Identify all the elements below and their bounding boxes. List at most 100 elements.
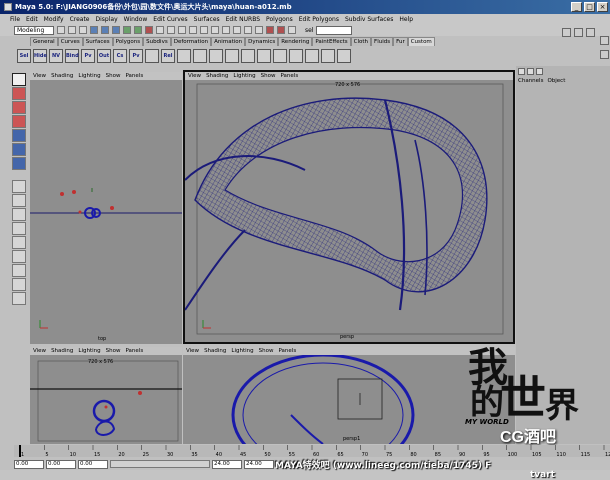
viewport-menu-lighting[interactable]: Lighting: [233, 73, 255, 79]
shelf-button-extra-7[interactable]: [273, 49, 287, 63]
shelf-button-extra-5[interactable]: [241, 49, 255, 63]
snap-view-plane-icon[interactable]: [233, 26, 241, 34]
channel-box-icon-2[interactable]: [527, 68, 534, 75]
channel-box-icon[interactable]: [586, 28, 595, 37]
viewport-menu-shading[interactable]: Shading: [206, 73, 228, 79]
shelf-tab-fluids[interactable]: Fluids: [371, 37, 394, 46]
menu-edit-polygons[interactable]: Edit Polygons: [299, 16, 339, 23]
shelf-button-extra-1[interactable]: [177, 49, 191, 63]
mask-handle-icon[interactable]: [123, 26, 131, 34]
menu-display[interactable]: Display: [96, 16, 118, 23]
layout-single-icon[interactable]: [12, 194, 26, 207]
menu-file[interactable]: File: [10, 16, 20, 23]
render-icon[interactable]: [266, 26, 274, 34]
viewport-menu-show[interactable]: Show: [106, 348, 121, 354]
render-globals-icon[interactable]: [288, 26, 296, 34]
select-tool-icon[interactable]: [12, 73, 26, 86]
viewport-persp[interactable]: View Shading Lighting Show Panels 720 x …: [183, 70, 515, 344]
lasso-tool-icon[interactable]: [12, 87, 26, 100]
channel-box-tab-object[interactable]: Object: [547, 78, 565, 84]
layout-persp-graph-icon[interactable]: [12, 236, 26, 249]
mask-render-icon[interactable]: [189, 26, 197, 34]
close-button[interactable]: ×: [597, 2, 608, 12]
shelf-scroll-icon[interactable]: [600, 50, 609, 59]
layout-persp-hypershade-icon[interactable]: [12, 264, 26, 277]
select-object-icon[interactable]: [101, 26, 109, 34]
menu-polygons[interactable]: Polygons: [266, 16, 293, 23]
select-hierarchy-icon[interactable]: [90, 26, 98, 34]
layout-persp-outliner-icon[interactable]: [12, 222, 26, 235]
layout-four-icon[interactable]: [12, 208, 26, 221]
paint-select-tool-icon[interactable]: [12, 101, 26, 114]
menu-create[interactable]: Create: [70, 16, 90, 23]
channel-box-tab-channels[interactable]: Channels: [518, 78, 543, 84]
menu-edit-curves[interactable]: Edit Curves: [153, 16, 187, 23]
save-scene-icon[interactable]: [79, 26, 87, 34]
viewport-menu-shading[interactable]: Shading: [51, 73, 73, 79]
viewport-menu-view[interactable]: View: [186, 348, 199, 354]
layout-graph-icon[interactable]: [12, 278, 26, 291]
menu-set-dropdown[interactable]: Modeling: [14, 25, 54, 35]
viewport-menu-lighting[interactable]: Lighting: [78, 348, 100, 354]
shelf-button-pv[interactable]: Pv: [81, 49, 95, 63]
attribute-editor-icon[interactable]: [562, 28, 571, 37]
shelf-button-extra-11[interactable]: [337, 49, 351, 63]
ipr-render-icon[interactable]: [277, 26, 285, 34]
construction-history-icon[interactable]: [255, 26, 263, 34]
snap-curve-icon[interactable]: [211, 26, 219, 34]
viewport-front[interactable]: View Shading Lighting Show Panels 720 x …: [30, 347, 182, 444]
viewport-menu-panels[interactable]: Panels: [125, 73, 143, 79]
shelf-button-extra-3[interactable]: [209, 49, 223, 63]
viewport-menu-lighting[interactable]: Lighting: [231, 348, 253, 354]
shelf-tab-animation[interactable]: Animation: [211, 37, 246, 46]
start-time-field[interactable]: 0.00: [14, 459, 44, 469]
menu-modify[interactable]: Modify: [44, 16, 64, 23]
shelf-tab-dynamics[interactable]: Dynamics: [245, 37, 279, 46]
command-line[interactable]: [0, 470, 610, 480]
shelf-button-curve-icon[interactable]: [145, 49, 159, 63]
viewport-menu-panels[interactable]: Panels: [280, 73, 298, 79]
shelf-button-extra-8[interactable]: [289, 49, 303, 63]
shelf-button-extra-6[interactable]: [257, 49, 271, 63]
viewport-menu-show[interactable]: Show: [261, 73, 276, 79]
range-end-field[interactable]: 24.00: [212, 459, 242, 469]
maximize-button[interactable]: □: [584, 2, 595, 12]
shelf-button-extra-4[interactable]: [225, 49, 239, 63]
history-icon[interactable]: [244, 26, 252, 34]
shelf-button-extra-2[interactable]: [193, 49, 207, 63]
mask-deform-icon[interactable]: [167, 26, 175, 34]
shelf-button-hide[interactable]: Hide: [33, 49, 47, 63]
selection-field[interactable]: [316, 25, 353, 35]
mask-dynamic-icon[interactable]: [178, 26, 186, 34]
shelf-tab-curves[interactable]: Curves: [57, 37, 83, 46]
viewport-menu-show[interactable]: Show: [259, 348, 274, 354]
viewport-menu-panels[interactable]: Panels: [278, 348, 296, 354]
mask-curve-icon[interactable]: [145, 26, 153, 34]
menu-subdiv-surfaces[interactable]: Subdiv Surfaces: [345, 16, 393, 23]
viewport-menu-shading[interactable]: Shading: [51, 348, 73, 354]
mask-surface-icon[interactable]: [156, 26, 164, 34]
minimize-button[interactable]: _: [571, 2, 582, 12]
mask-joint-icon[interactable]: [134, 26, 142, 34]
viewport-menu-show[interactable]: Show: [106, 73, 121, 79]
manipulator-tool-icon[interactable]: [12, 157, 26, 170]
shelf-tab-polygons[interactable]: Polygons: [112, 37, 144, 46]
shelf-tab-general[interactable]: General: [30, 37, 58, 46]
shelf-button-sel[interactable]: Sel: [17, 49, 31, 63]
open-scene-icon[interactable]: [68, 26, 76, 34]
shelf-button-nv[interactable]: NV: [49, 49, 63, 63]
viewport-menu-shading[interactable]: Shading: [204, 348, 226, 354]
viewport-top[interactable]: View Shading Lighting Show Panels top: [30, 72, 182, 344]
viewport-menu-view[interactable]: View: [33, 73, 46, 79]
viewport-persp1[interactable]: View Shading Lighting Show Panels persp1: [183, 347, 515, 444]
shelf-button-extra-9[interactable]: [305, 49, 319, 63]
layout-outliner-icon[interactable]: [12, 292, 26, 305]
shelf-button-bind[interactable]: Bind: [65, 49, 79, 63]
viewport-menu-view[interactable]: View: [188, 73, 201, 79]
shelf-button-out[interactable]: Out: [97, 49, 111, 63]
range-start-field[interactable]: 0.00: [46, 459, 76, 469]
shelf-tab-cloth[interactable]: Cloth: [350, 37, 372, 46]
scale-tool-icon[interactable]: [12, 143, 26, 156]
shelf-tab-painteffects[interactable]: PaintEffects: [312, 37, 351, 46]
menu-edit-nurbs[interactable]: Edit NURBS: [226, 16, 260, 23]
